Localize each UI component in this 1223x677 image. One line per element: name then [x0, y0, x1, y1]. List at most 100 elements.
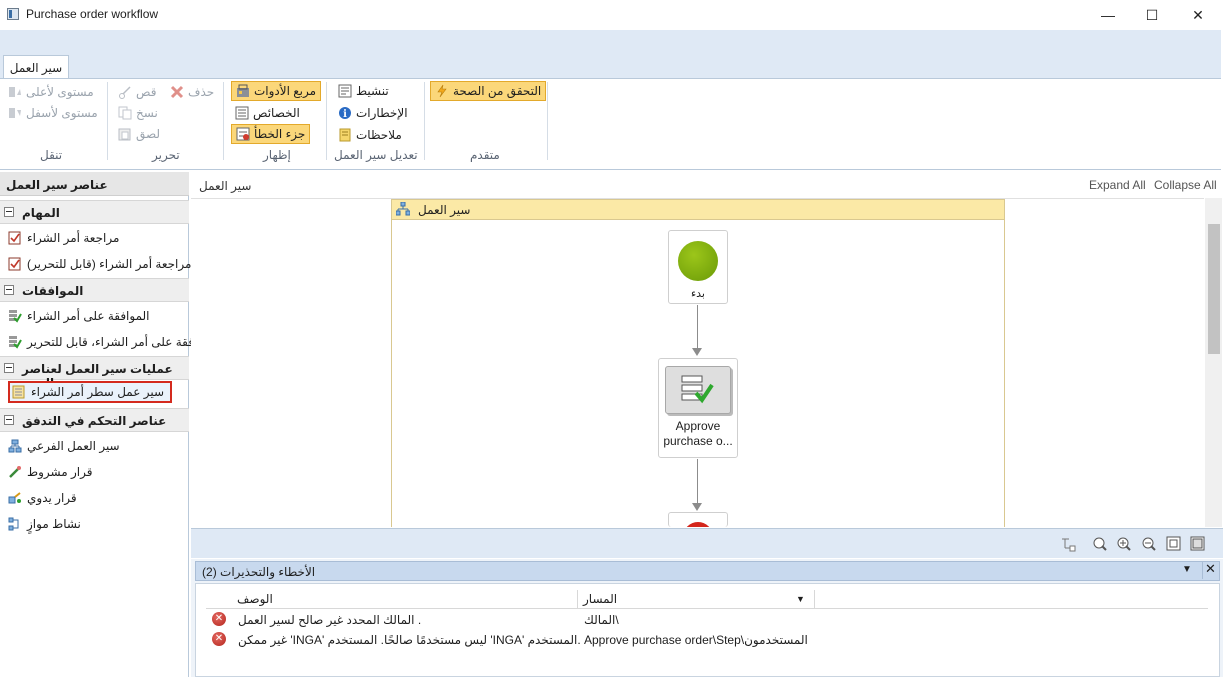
error-pane-toggle-button[interactable]: جزء الخطأ — [231, 124, 311, 144]
group-label-navigate: تنقل — [40, 148, 63, 162]
toolbox-item-parallel-activity[interactable]: نشاط موازٍ — [8, 513, 81, 535]
connector-arrow — [692, 503, 702, 511]
collapse-icon[interactable] — [4, 363, 14, 373]
validate-icon — [435, 84, 449, 98]
zoom-toolbar — [191, 528, 1223, 558]
ribbon-separator — [547, 82, 548, 160]
approval-icon — [8, 309, 22, 323]
manual-icon — [8, 491, 22, 505]
error-row[interactable]: ✕ غير ممكن 'INGA' ليس مستخدمًا صالحًا. ا… — [196, 630, 1216, 650]
error-path: المالك\ — [584, 613, 619, 627]
end-node[interactable] — [668, 512, 728, 527]
error-icon: ✕ — [212, 612, 226, 626]
zoom-out-icon[interactable] — [1141, 536, 1156, 551]
toolbox-item-approve-po[interactable]: الموافقة على أمر الشراء — [8, 305, 150, 327]
ribbon-separator — [223, 82, 224, 160]
pan-icon[interactable] — [1060, 536, 1076, 552]
section-flow-controls[interactable]: عناصر التحكم في التدفق — [0, 408, 189, 432]
connector-line — [697, 305, 698, 348]
cut-icon — [118, 85, 132, 99]
item-label: نشاط موازٍ — [27, 517, 81, 531]
toolbox-item-review-po-editable[interactable]: (مراجعة أمر الشراء (قابل للتحرير — [8, 253, 191, 275]
zoom-in-icon[interactable] — [1116, 536, 1131, 551]
toolbox-item-po-line-workflow[interactable]: سير عمل سطر أمر الشراء — [8, 381, 173, 403]
workflow-icon — [395, 201, 411, 216]
app-icon — [7, 8, 19, 20]
close-icon[interactable]: ✕ — [1202, 561, 1218, 579]
header-divider — [206, 608, 1208, 609]
scrollbar-thumb[interactable] — [1208, 224, 1220, 354]
notifications-label: الإخطارات — [356, 106, 408, 120]
level-down-button[interactable]: مستوى لأسفل — [8, 103, 98, 123]
section-label: الموافقات — [22, 284, 84, 298]
zoom-select-icon[interactable] — [1092, 536, 1107, 551]
toolbox-label: مربع الأدوات — [254, 84, 317, 98]
fit-to-window-icon[interactable] — [1166, 536, 1181, 551]
validate-label: التحقق من الصحة — [453, 84, 542, 98]
activate-button[interactable]: تنشيط — [338, 81, 389, 101]
expand-all-link[interactable]: Expand All — [1089, 178, 1146, 192]
down-icon — [8, 106, 22, 120]
item-label: قرار مشروط — [27, 465, 93, 479]
item-label: سير عمل سطر أمر الشراء — [31, 385, 165, 399]
maximize-button[interactable]: ☐ — [1129, 0, 1175, 30]
connector-line — [697, 459, 698, 503]
cut-label: قص — [136, 85, 157, 99]
minimize-button[interactable]: — — [1085, 0, 1131, 30]
toolbox-item-subworkflow[interactable]: سير العمل الفرعي — [8, 435, 120, 457]
ribbon-separator — [107, 82, 108, 160]
close-button[interactable]: ✕ — [1175, 0, 1221, 30]
canvas-vertical-scrollbar[interactable] — [1205, 198, 1222, 527]
paste-button[interactable]: لصق — [118, 124, 160, 144]
delete-label: حذف — [188, 85, 215, 99]
connector-arrow — [692, 348, 702, 356]
error-icon: ✕ — [212, 632, 226, 646]
dropdown-icon[interactable]: ▼ — [1182, 564, 1192, 575]
notifications-button[interactable]: i الإخطارات — [338, 103, 408, 123]
collapse-icon[interactable] — [4, 207, 14, 217]
copy-button[interactable]: نسخ — [118, 103, 158, 123]
toolbox-item-manual-decision[interactable]: قرار يدوي — [8, 487, 77, 509]
ribbon-separator — [326, 82, 327, 160]
error-pane-icon — [236, 127, 250, 141]
line-workflow-icon — [12, 385, 26, 399]
cut-button[interactable]: قص — [118, 82, 156, 102]
toolbox-toggle-button[interactable]: مربع الأدوات — [231, 81, 322, 101]
error-row[interactable]: ✕ المالك المحدد غير صالح لسير العمل . ال… — [196, 610, 1216, 630]
delete-button[interactable]: حذف — [170, 82, 214, 102]
column-header-path[interactable]: المسار ▼ — [579, 590, 815, 608]
start-circle-icon — [678, 241, 718, 281]
item-label: قرار يدوي — [27, 491, 77, 505]
notes-icon — [338, 128, 352, 142]
collapse-icon[interactable] — [4, 415, 14, 425]
item-label: سير العمل الفرعي — [27, 439, 120, 453]
toolbox-item-conditional-decision[interactable]: قرار مشروط — [8, 461, 92, 483]
activate-icon — [338, 84, 352, 98]
section-approvals[interactable]: الموافقات — [0, 278, 189, 302]
start-node[interactable]: بدء — [668, 230, 728, 304]
end-circle-icon — [683, 522, 713, 527]
section-label: عناصر التحكم في التدفق — [22, 414, 167, 428]
toolbox-item-review-po[interactable]: مراجعة أمر الشراء — [8, 227, 119, 249]
tab-workflow[interactable]: سير العمل — [3, 55, 69, 79]
ribbon-tab-strip — [0, 30, 1221, 78]
approve-po-node[interactable]: Approve purchase o... — [658, 358, 738, 458]
column-header-description[interactable]: الوصف — [233, 590, 578, 608]
collapse-all-link[interactable]: Collapse All — [1154, 178, 1217, 192]
subworkflow-icon — [8, 439, 22, 453]
section-tasks[interactable]: المهام — [0, 200, 189, 224]
section-line-item-workflows[interactable]: عمليات سير العمل لعناصر البنود — [0, 356, 189, 390]
notes-button[interactable]: ملاحظات — [338, 125, 402, 145]
level-up-button[interactable]: مستوى لأعلى — [8, 82, 94, 102]
collapse-icon[interactable] — [4, 285, 14, 295]
workflow-header: سير العمل — [392, 200, 1004, 220]
group-label-advanced: متقدم — [470, 148, 500, 162]
breadcrumb[interactable]: سير العمل — [199, 179, 251, 193]
parallel-icon — [8, 517, 22, 531]
toolbox-item-approve-po-editable[interactable]: افقة على أمر الشراء، قابل للتحرير — [8, 331, 197, 353]
error-pane-label: جزء الخطأ — [254, 127, 306, 141]
validate-button[interactable]: التحقق من الصحة — [430, 81, 547, 101]
properties-button[interactable]: الخصائص — [235, 103, 300, 123]
group-label-show: إظهار — [263, 148, 291, 162]
actual-size-icon[interactable] — [1190, 536, 1205, 551]
